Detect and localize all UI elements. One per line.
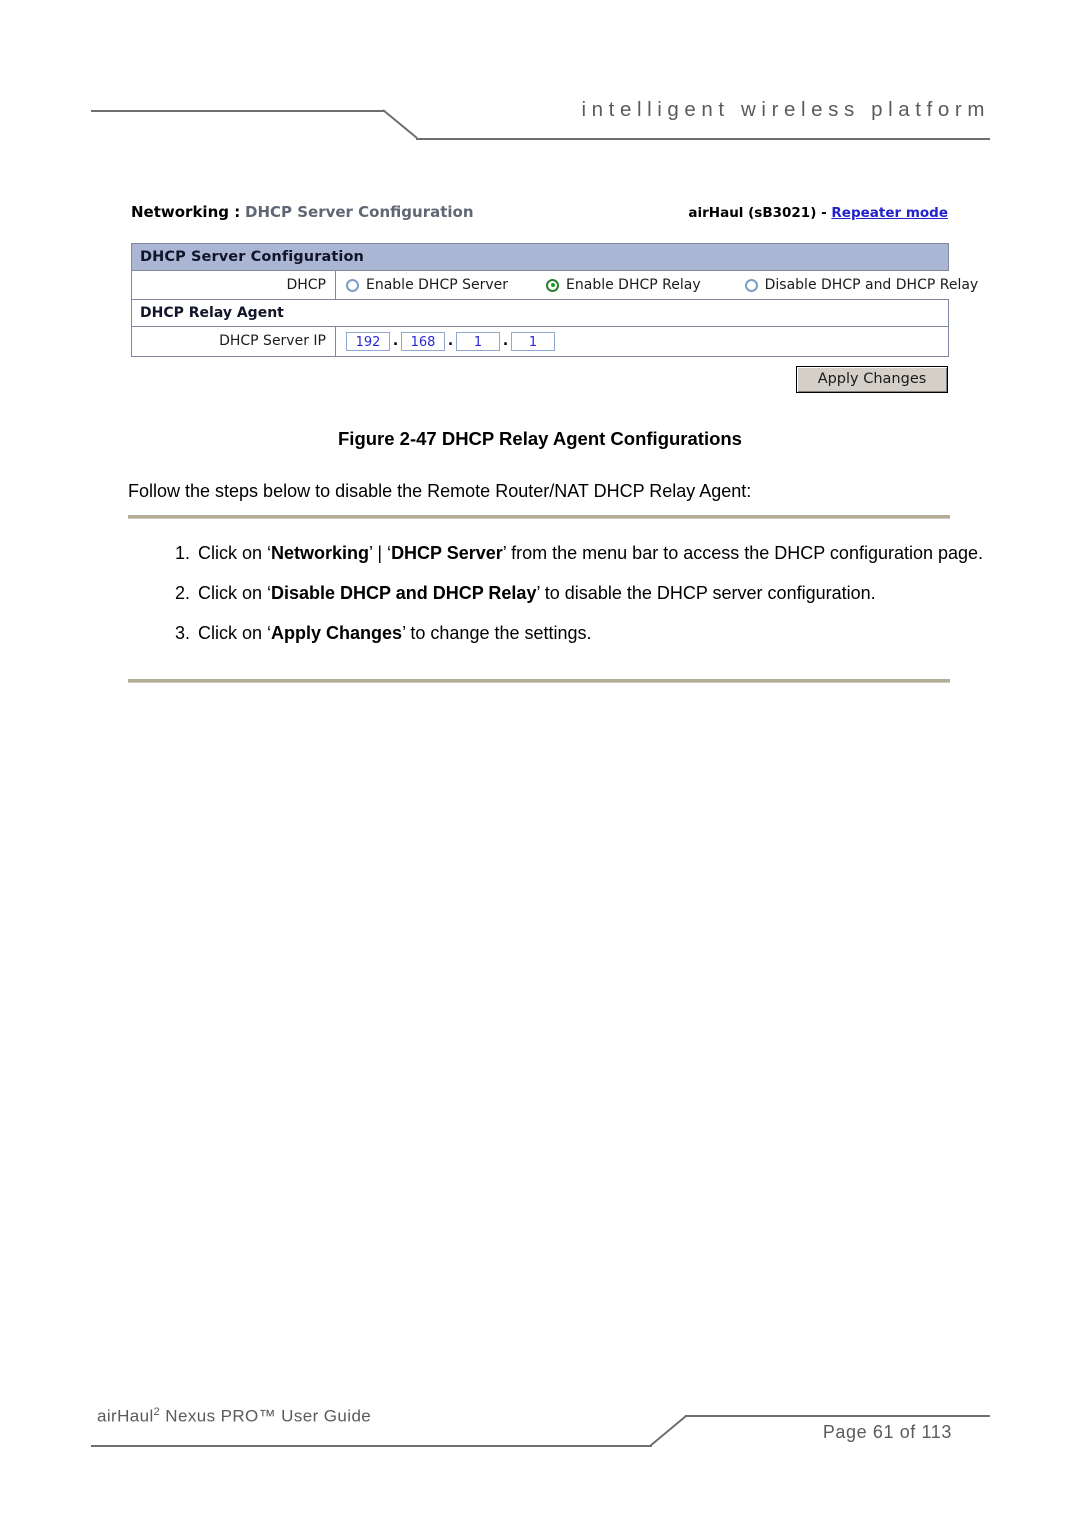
figure-caption: Figure 2-47 DHCP Relay Agent Configurati… [338,428,742,449]
emphasis-text: DHCP Server [391,543,503,563]
body-text: Click on ‘ [198,583,272,603]
device-model-label: airHaul (sB3021) - [688,205,827,221]
radio-circle-icon[interactable] [744,278,758,292]
header-diagonal-connector [383,109,419,139]
divider-rule-bottom [128,679,950,683]
apply-changes-button[interactable]: Apply Changes [796,366,948,393]
radio-circle-selected-icon[interactable] [546,278,560,292]
relay-agent-section-title: DHCP Relay Agent [132,300,948,326]
panel-title-row: DHCP Server Configuration [132,244,948,271]
breadcrumb-page: DHCP Server Configuration [245,203,474,221]
ip-octet-1-input[interactable]: 192 [346,332,390,351]
footer-rule-right [685,1415,990,1417]
dhcp-server-ip-label: DHCP Server IP [132,327,336,356]
ip-octet-2-input[interactable]: 168 [401,332,445,351]
header-rule-right [416,138,990,140]
body-text: ’ to disable the DHCP server configurati… [536,583,876,603]
figure-screenshot: Networking : DHCP Server Configuration a… [131,203,979,407]
divider-rule-top [128,515,950,519]
footer-page-number: Page 61 of 113 [822,1422,952,1442]
emphasis-text: Networking [271,543,370,563]
ip-octet-3-input[interactable]: 1 [456,332,500,351]
radio-label: Enable DHCP Relay [566,277,701,293]
body-text: ’ | ‘ [369,543,392,563]
body-text: ’ from the menu bar to access the DHCP c… [502,543,984,563]
breadcrumb: Networking : DHCP Server Configuration [131,203,474,221]
dhcp-configuration-table: DHCP Server Configuration DHCP Enable DH… [131,243,979,357]
list-item: Click on ‘Disable DHCP and DHCP Relay’ t… [168,580,998,606]
panel-title: DHCP Server Configuration [132,244,948,270]
body-text: Click on ‘ [198,623,272,643]
relay-agent-section-row: DHCP Relay Agent [132,300,948,327]
ip-address-input-group: 192 . 168 . 1 . 1 [346,332,555,351]
body-text: ’ to change the settings. [402,623,592,643]
operating-mode-link[interactable]: Repeater mode [831,205,948,221]
ip-octet-4-input[interactable]: 1 [511,332,555,351]
intro-paragraph: Follow the steps below to disable the Re… [128,481,752,501]
dhcp-server-ip-row: DHCP Server IP 192 . 168 . 1 . 1 [132,327,948,356]
page-header-banner: intelligent wireless platform [0,96,1080,142]
steps-list: Click on ‘Networking’ | ‘DHCP Server’ fr… [128,540,998,660]
footer-guide-title: airHaul2 Nexus PRO™ User Guide [97,1406,371,1427]
body-text: Click on ‘ [198,543,272,563]
dhcp-mode-row: DHCP Enable DHCP Server Enable DHCP Rela… [132,271,979,300]
breadcrumb-section: Networking : [131,203,241,221]
ip-separator: . [447,333,454,349]
radio-disable-dhcp-and-relay[interactable]: Disable DHCP and DHCP Relay [744,277,979,293]
list-item: Click on ‘Networking’ | ‘DHCP Server’ fr… [168,540,998,566]
footer-rule-left [91,1445,652,1447]
apply-button-area: Apply Changes [131,357,949,407]
radio-circle-icon[interactable] [346,278,359,292]
dhcp-mode-value: Enable DHCP Server Enable DHCP Relay Dis… [336,271,979,299]
radio-enable-dhcp-server[interactable]: Enable DHCP Server [346,277,508,293]
dhcp-mode-radio-group: Enable DHCP Server Enable DHCP Relay Dis… [346,277,978,293]
ip-separator: . [392,333,399,349]
radio-label: Enable DHCP Server [366,277,509,293]
radio-enable-dhcp-relay[interactable]: Enable DHCP Relay [546,277,701,293]
emphasis-text: Disable DHCP and DHCP Relay [271,583,537,603]
ip-separator: . [502,333,509,349]
footer-diagonal-connector [650,1415,688,1447]
header-tagline: intelligent wireless platform [581,98,990,121]
header-rule-left [91,110,385,112]
dhcp-mode-label: DHCP [132,271,336,299]
emphasis-text: Apply Changes [271,623,403,643]
footer-guide-prefix: airHaul [97,1406,154,1426]
list-item: Click on ‘Apply Changes’ to change the s… [168,620,998,646]
page-footer: airHaul2 Nexus PRO™ User Guide Page 61 o… [0,1400,1080,1464]
dhcp-server-ip-value: 192 . 168 . 1 . 1 [336,327,948,356]
footer-guide-suffix: Nexus PRO™ User Guide [160,1406,372,1426]
device-status: airHaul (sB3021) - Repeater mode [688,205,948,221]
screen-breadcrumb-bar: Networking : DHCP Server Configuration a… [131,203,949,231]
radio-label: Disable DHCP and DHCP Relay [764,277,979,293]
